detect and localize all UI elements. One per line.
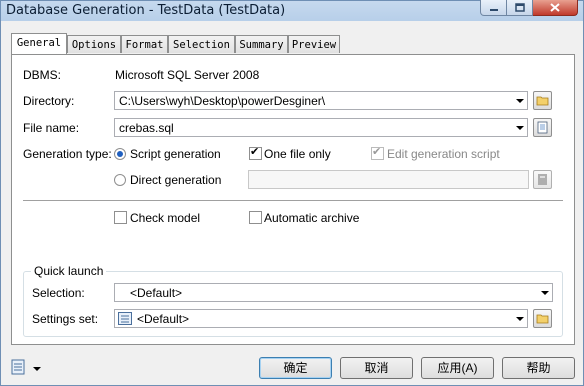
direct-generation-label[interactable]: Direct generation xyxy=(130,173,221,187)
edit-script-label: Edit generation script xyxy=(387,147,500,161)
chevron-down-icon xyxy=(541,291,549,295)
dialog-window: Database Generation - TestData (TestData… xyxy=(0,0,584,386)
tab-format[interactable]: Format xyxy=(121,35,168,53)
folder-icon xyxy=(536,314,549,324)
automatic-archive-label[interactable]: Automatic archive xyxy=(264,211,359,225)
one-file-only-label[interactable]: One file only xyxy=(264,147,331,161)
direct-generation-radio[interactable] xyxy=(114,174,126,186)
selection-label: Selection: xyxy=(32,286,85,300)
gentype-label: Generation type: xyxy=(23,147,112,161)
automatic-archive-checkbox[interactable] xyxy=(249,211,262,224)
document-icon xyxy=(537,121,548,134)
checkmark-icon: ✔ xyxy=(250,146,260,158)
general-panel: DBMS: Microsoft SQL Server 2008 Director… xyxy=(11,54,575,345)
window-title: Database Generation - TestData (TestData… xyxy=(6,3,286,18)
script-generation-label[interactable]: Script generation xyxy=(130,147,221,161)
connect-button xyxy=(533,170,552,189)
minimize-icon xyxy=(489,8,498,11)
settings-set-combo[interactable]: <Default> xyxy=(114,309,528,328)
separator xyxy=(23,200,563,202)
chevron-down-icon xyxy=(516,317,524,321)
filename-combo[interactable]: crebas.sql xyxy=(114,118,528,137)
browse-directory-button[interactable] xyxy=(533,91,552,110)
one-file-only-checkbox[interactable]: ✔ xyxy=(249,146,262,160)
chevron-down-icon xyxy=(516,99,524,103)
apply-button[interactable]: 应用(A) xyxy=(421,357,494,379)
settings-set-value: <Default> xyxy=(137,312,190,326)
folder-icon xyxy=(536,96,549,106)
ok-button[interactable]: 确定 xyxy=(259,357,332,379)
tab-summary[interactable]: Summary xyxy=(235,35,288,53)
data-source-field xyxy=(248,170,529,189)
tab-preview[interactable]: Preview xyxy=(288,35,340,53)
check-model-checkbox[interactable] xyxy=(114,211,127,224)
tab-selection[interactable]: Selection xyxy=(168,35,235,53)
quick-launch-title: Quick launch xyxy=(31,264,107,278)
directory-value: C:\Users\wyh\Desktop\powerDesginer\ xyxy=(119,94,326,108)
database-icon xyxy=(538,174,547,185)
maximize-icon xyxy=(514,3,525,12)
browse-settings-button[interactable] xyxy=(533,309,552,328)
help-button[interactable]: 帮助 xyxy=(502,357,575,379)
check-model-label[interactable]: Check model xyxy=(130,211,200,225)
file-properties-button[interactable] xyxy=(533,118,552,137)
title-bar[interactable]: Database Generation - TestData (TestData… xyxy=(1,0,583,21)
checkmark-icon: ✔ xyxy=(372,146,382,158)
script-generation-radio[interactable] xyxy=(114,148,126,160)
settings-menu-button[interactable] xyxy=(11,358,45,378)
directory-combo[interactable]: C:\Users\wyh\Desktop\powerDesginer\ xyxy=(114,91,528,110)
settings-list-icon xyxy=(118,312,132,325)
selection-combo[interactable]: <Default> xyxy=(114,283,553,302)
dbms-label: DBMS: xyxy=(23,68,62,82)
minimize-button[interactable] xyxy=(480,0,507,16)
filename-value: crebas.sql xyxy=(119,121,174,135)
tab-options[interactable]: Options xyxy=(67,35,121,53)
maximize-button[interactable] xyxy=(507,0,533,16)
cancel-button[interactable]: 取消 xyxy=(340,357,413,379)
close-icon xyxy=(550,3,560,12)
settings-list-icon xyxy=(11,359,41,375)
selection-value: <Default> xyxy=(130,286,183,300)
filename-label: File name: xyxy=(23,121,80,135)
edit-script-checkbox: ✔ xyxy=(371,146,384,160)
dbms-value: Microsoft SQL Server 2008 xyxy=(115,68,260,82)
tab-general[interactable]: General xyxy=(11,33,67,54)
chevron-down-icon xyxy=(516,126,524,130)
close-button[interactable] xyxy=(533,0,578,16)
settings-set-label: Settings set: xyxy=(32,312,99,326)
directory-label: Directory: xyxy=(23,94,75,108)
